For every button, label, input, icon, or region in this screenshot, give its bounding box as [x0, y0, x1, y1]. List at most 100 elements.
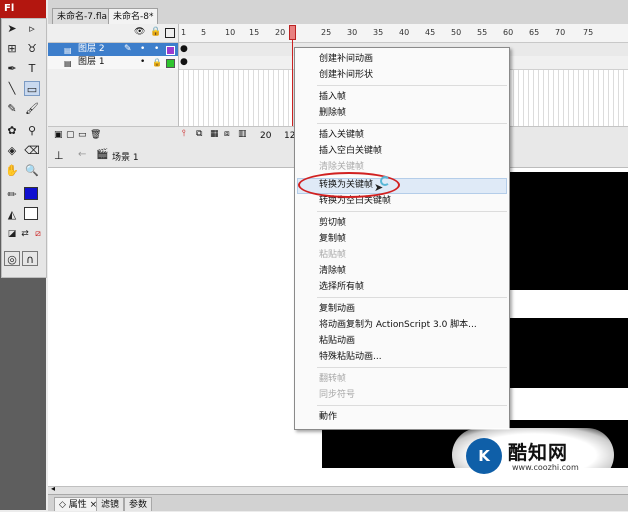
- stroke-color-icon[interactable]: ✏: [4, 187, 20, 202]
- menu-item-synchronize-symbols: 同步符号: [319, 390, 356, 400]
- ruler-tick: 70: [555, 28, 566, 37]
- selection-tool-icon[interactable]: ➤: [4, 21, 20, 36]
- menu-item-paste-motion[interactable]: 粘贴动画: [319, 335, 355, 348]
- fill-color-icon[interactable]: ◭: [4, 207, 20, 222]
- menu-item-copy-motion[interactable]: 复制动画: [319, 303, 355, 316]
- menu-item-reverse-frames: 翻转帧: [319, 374, 347, 384]
- fill-color-swatch[interactable]: [24, 207, 38, 220]
- menu-item-paste-motion-special[interactable]: 特殊粘贴动画...: [319, 351, 382, 364]
- black-shape[interactable]: [510, 172, 628, 290]
- snap-to-objects-icon[interactable]: ∩: [22, 251, 38, 266]
- new-layer-icon[interactable]: ▣: [54, 130, 63, 140]
- onion-skin-icon[interactable]: ⧉: [196, 129, 202, 139]
- ruler-tick: 5: [201, 28, 207, 37]
- frame-ruler[interactable]: 1 5 10 15 20 25 30 35 40 45 50 55 60 65 …: [179, 24, 628, 43]
- deco-tool-icon[interactable]: ✿: [4, 123, 20, 138]
- scroll-left-icon[interactable]: ◂: [51, 484, 55, 493]
- menu-item-clear-frames[interactable]: 清除帧: [319, 265, 346, 278]
- paint-bucket-tool-icon[interactable]: ◈: [4, 143, 20, 158]
- keyframe-dot[interactable]: ●: [180, 44, 188, 54]
- context-menu: 创建补间动画 创建补间形状 插入帧 删除帧 插入关键帧 插入空白关键帧 清除关键…: [294, 47, 510, 430]
- ruler-tick: 75: [583, 28, 594, 37]
- menu-item-actions[interactable]: 動作: [319, 411, 337, 424]
- swap-colors-icon[interactable]: ⧄: [30, 227, 46, 242]
- modify-onion-markers-icon[interactable]: ▥: [238, 129, 247, 139]
- ruler-tick: 55: [477, 28, 488, 37]
- lock-icon[interactable]: 🔒: [150, 27, 161, 37]
- ruler-tick: 1: [181, 28, 187, 37]
- doc-tab-2[interactable]: 未命名-8*: [108, 8, 159, 24]
- show-hide-icon[interactable]: 👁: [134, 27, 145, 37]
- free-transform-tool-icon[interactable]: ⊞: [4, 41, 20, 56]
- text-tool-icon[interactable]: T: [24, 61, 40, 76]
- outline-color-swatch[interactable]: [166, 46, 175, 55]
- menu-item-create-motion-tween[interactable]: 创建补间动画: [319, 53, 373, 66]
- watermark-url: www.coozhi.com: [512, 463, 579, 472]
- layer-icon: ▤: [64, 59, 72, 68]
- menu-item-paste-frames: 粘贴帧: [319, 250, 347, 260]
- current-frame: 20: [260, 131, 272, 141]
- visibility-dot[interactable]: •: [140, 56, 145, 69]
- timeline-toggle-icon[interactable]: ⊥: [54, 149, 64, 162]
- properties-tabs: ◇ 属性 × 滤镜 参数: [48, 494, 628, 511]
- tab-parameters[interactable]: 参数: [124, 497, 153, 511]
- layer-row-2[interactable]: ▤ 图层 2 ✎ • •: [48, 43, 178, 56]
- pencil-tool-icon[interactable]: ✎: [4, 101, 20, 116]
- ruler-tick: 10: [225, 28, 236, 37]
- back-arrow-icon[interactable]: ←: [78, 149, 86, 160]
- hand-tool-icon[interactable]: ✋: [4, 163, 20, 178]
- lasso-tool-icon[interactable]: ♉: [24, 41, 40, 56]
- menu-item-copy-frames[interactable]: 复制帧: [319, 233, 346, 246]
- center-frame-icon[interactable]: ⫯: [182, 129, 186, 139]
- doc-tab-1[interactable]: 未命名-7.fla: [52, 8, 113, 24]
- lock-icon[interactable]: 🔒: [152, 56, 162, 69]
- breadcrumb-scene[interactable]: 场景 1: [112, 150, 139, 163]
- new-folder-icon[interactable]: ▭: [78, 130, 87, 140]
- ruler-tick: 65: [529, 28, 540, 37]
- keyframe-dot[interactable]: ●: [180, 57, 188, 67]
- rectangle-tool-icon[interactable]: ▭: [24, 81, 40, 96]
- new-folder-icon[interactable]: ▢: [66, 130, 75, 140]
- lock-dot[interactable]: •: [154, 43, 159, 56]
- menu-item-remove-frames[interactable]: 删除帧: [319, 107, 346, 120]
- menu-item-insert-frame[interactable]: 插入帧: [319, 91, 346, 104]
- menu-item-create-shape-tween[interactable]: 创建补间形状: [319, 69, 373, 82]
- tab-properties[interactable]: ◇ 属性 ×: [54, 497, 103, 511]
- edit-multiple-frames-icon[interactable]: ⧈: [224, 129, 230, 139]
- playhead-handle[interactable]: [289, 25, 296, 40]
- layer-name[interactable]: 图层 1: [78, 56, 105, 69]
- tab-filters[interactable]: 滤镜: [96, 497, 125, 511]
- outline-icon[interactable]: [165, 28, 175, 38]
- mouse-cursor-icon: ➤: [374, 181, 384, 194]
- bone-tool-icon[interactable]: ⚲: [24, 123, 40, 138]
- menu-separator: [317, 405, 507, 406]
- stroke-color-swatch[interactable]: [24, 187, 38, 200]
- subselection-tool-icon[interactable]: ▹: [24, 21, 40, 36]
- menu-separator: [317, 85, 507, 86]
- eraser-tool-icon[interactable]: ⌫: [24, 143, 40, 158]
- ruler-tick: 45: [425, 28, 436, 37]
- black-shape[interactable]: [510, 318, 628, 388]
- scene-icon: 🎬: [96, 149, 109, 160]
- menu-item-insert-blank-keyframe[interactable]: 插入空白关键帧: [319, 145, 382, 158]
- pen-tool-icon[interactable]: ✒: [4, 61, 20, 76]
- ruler-tick: 50: [451, 28, 462, 37]
- line-tool-icon[interactable]: ╲: [4, 81, 20, 96]
- menu-separator: [317, 367, 507, 368]
- outline-color-swatch[interactable]: [166, 59, 175, 68]
- menu-item-cut-frames[interactable]: 剪切帧: [319, 217, 346, 230]
- menu-item-select-all-frames[interactable]: 选择所有帧: [319, 281, 364, 294]
- onion-outline-icon[interactable]: ▦: [210, 129, 219, 139]
- tools-panel: Fl ➤ ▹ ⊞ ♉ ✒ T ╲ ▭ ✎ 🖌 ✿ ⚲ ◈ ⌫ ✋ 🔍 ✏ ◭ ◪…: [0, 0, 47, 510]
- object-drawing-icon[interactable]: ◎: [4, 251, 20, 266]
- visibility-dot[interactable]: •: [140, 43, 145, 56]
- menu-item-insert-keyframe[interactable]: 插入关键帧: [319, 129, 364, 142]
- layer-row-1[interactable]: ▤ 图层 1 • 🔒: [48, 56, 178, 69]
- zoom-tool-icon[interactable]: 🔍: [24, 163, 40, 178]
- delete-layer-icon[interactable]: 🗑: [90, 130, 101, 140]
- layer-name[interactable]: 图层 2: [78, 43, 105, 56]
- menu-item-copy-motion-as-as3[interactable]: 将动画复制为 ActionScript 3.0 脚本...: [319, 319, 477, 332]
- brush-tool-icon[interactable]: 🖌: [24, 101, 40, 116]
- properties-icon: ◇: [59, 500, 69, 510]
- watermark-name: 酷知网: [508, 442, 569, 464]
